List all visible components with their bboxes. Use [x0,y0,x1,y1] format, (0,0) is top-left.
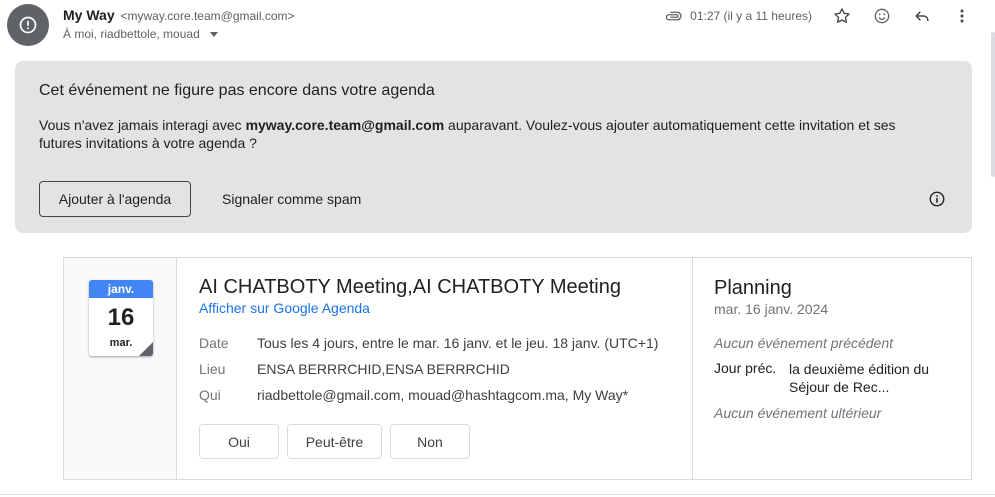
add-to-calendar-button[interactable]: Ajouter à l'agenda [39,181,191,217]
planning-panel: Planning mar. 16 janv. 2024 Aucun événem… [692,258,971,479]
calendar-day: 16 [107,304,135,331]
message-time: 01:27 (il y a 11 heures) [690,9,812,23]
banner-text-before: Vous n'avez jamais interagi avec [39,117,246,133]
detail-label-location: Lieu [199,361,226,377]
sender-name[interactable]: My Way [63,7,115,23]
event-details: AI CHATBOTY Meeting,AI CHATBOTY Meeting … [178,258,692,479]
event-detail-row: Date Tous les 4 jours, entre le mar. 16 … [199,335,658,351]
banner-text-email: myway.core.team@gmail.com [245,117,445,133]
rsvp-maybe-button[interactable]: Peut-être [287,424,382,459]
view-in-google-calendar-link[interactable]: Afficher sur Google Agenda [199,300,370,316]
detail-value-guests: riadbettole@gmail.com, mouad@hashtagcom.… [257,387,629,403]
page-fold-icon [139,342,153,356]
star-icon[interactable] [832,6,852,26]
info-icon[interactable] [928,190,946,208]
sender-line: My Way <myway.core.team@gmail.com> [63,7,295,23]
planning-date: mar. 16 janv. 2024 [714,301,829,317]
event-card: janv. 16 mar. AI CHATBOTY Meeting,AI CHA… [63,257,972,480]
no-previous-event: Aucun événement précédent [714,335,894,351]
reply-icon[interactable] [912,6,932,26]
recipients-text: À moi, riadbettole, mouad [63,27,200,41]
banner-title: Cet événement ne figure pas encore dans … [39,82,435,99]
rsvp-yes-button[interactable]: Oui [199,424,279,459]
emoji-icon[interactable] [872,6,892,26]
detail-value-location: ENSA BERRRCHID,ENSA BERRRCHID [257,361,510,377]
detail-label-date: Date [199,335,229,351]
attachment-icon [665,11,682,21]
banner-text: Vous n'avez jamais interagi avec myway.c… [39,116,939,152]
planning-title: Planning [714,277,792,299]
scrollbar[interactable] [991,32,995,177]
event-card-left: janv. 16 mar. [64,258,177,479]
detail-label-guests: Qui [199,387,221,403]
divider [0,494,995,495]
no-next-event: Aucun événement ultérieur [714,405,882,421]
calendar-banner: Cet événement ne figure pas encore dans … [15,61,972,233]
rsvp-no-button[interactable]: Non [390,424,470,459]
recipients-toggle[interactable]: À moi, riadbettole, mouad [63,27,218,41]
message-meta: 01:27 (il y a 11 heures) [664,6,812,26]
previous-event-label: Jour préc. [714,360,777,376]
event-detail-row: Qui riadbettole@gmail.com, mouad@hashtag… [199,387,628,403]
event-detail-row: Lieu ENSA BERRRCHID,ENSA BERRRCHID [199,361,510,377]
detail-value-date: Tous les 4 jours, entre le mar. 16 janv.… [257,335,659,351]
alert-circle-icon [19,16,37,34]
calendar-date-icon: janv. 16 mar. [89,280,153,356]
report-spam-button[interactable]: Signaler comme spam [210,181,373,217]
sender-avatar[interactable] [7,4,49,46]
caret-down-icon [209,32,218,37]
event-title: AI CHATBOTY Meeting,AI CHATBOTY Meeting [199,276,621,298]
previous-event-row[interactable]: Jour préc. la deuxième édition du Séjour… [714,360,949,396]
more-vert-icon[interactable] [952,6,972,26]
calendar-month: janv. [89,280,153,298]
previous-event-title: la deuxième édition du Séjour de Rec... [789,361,930,395]
sender-email: <myway.core.team@gmail.com> [120,9,295,23]
